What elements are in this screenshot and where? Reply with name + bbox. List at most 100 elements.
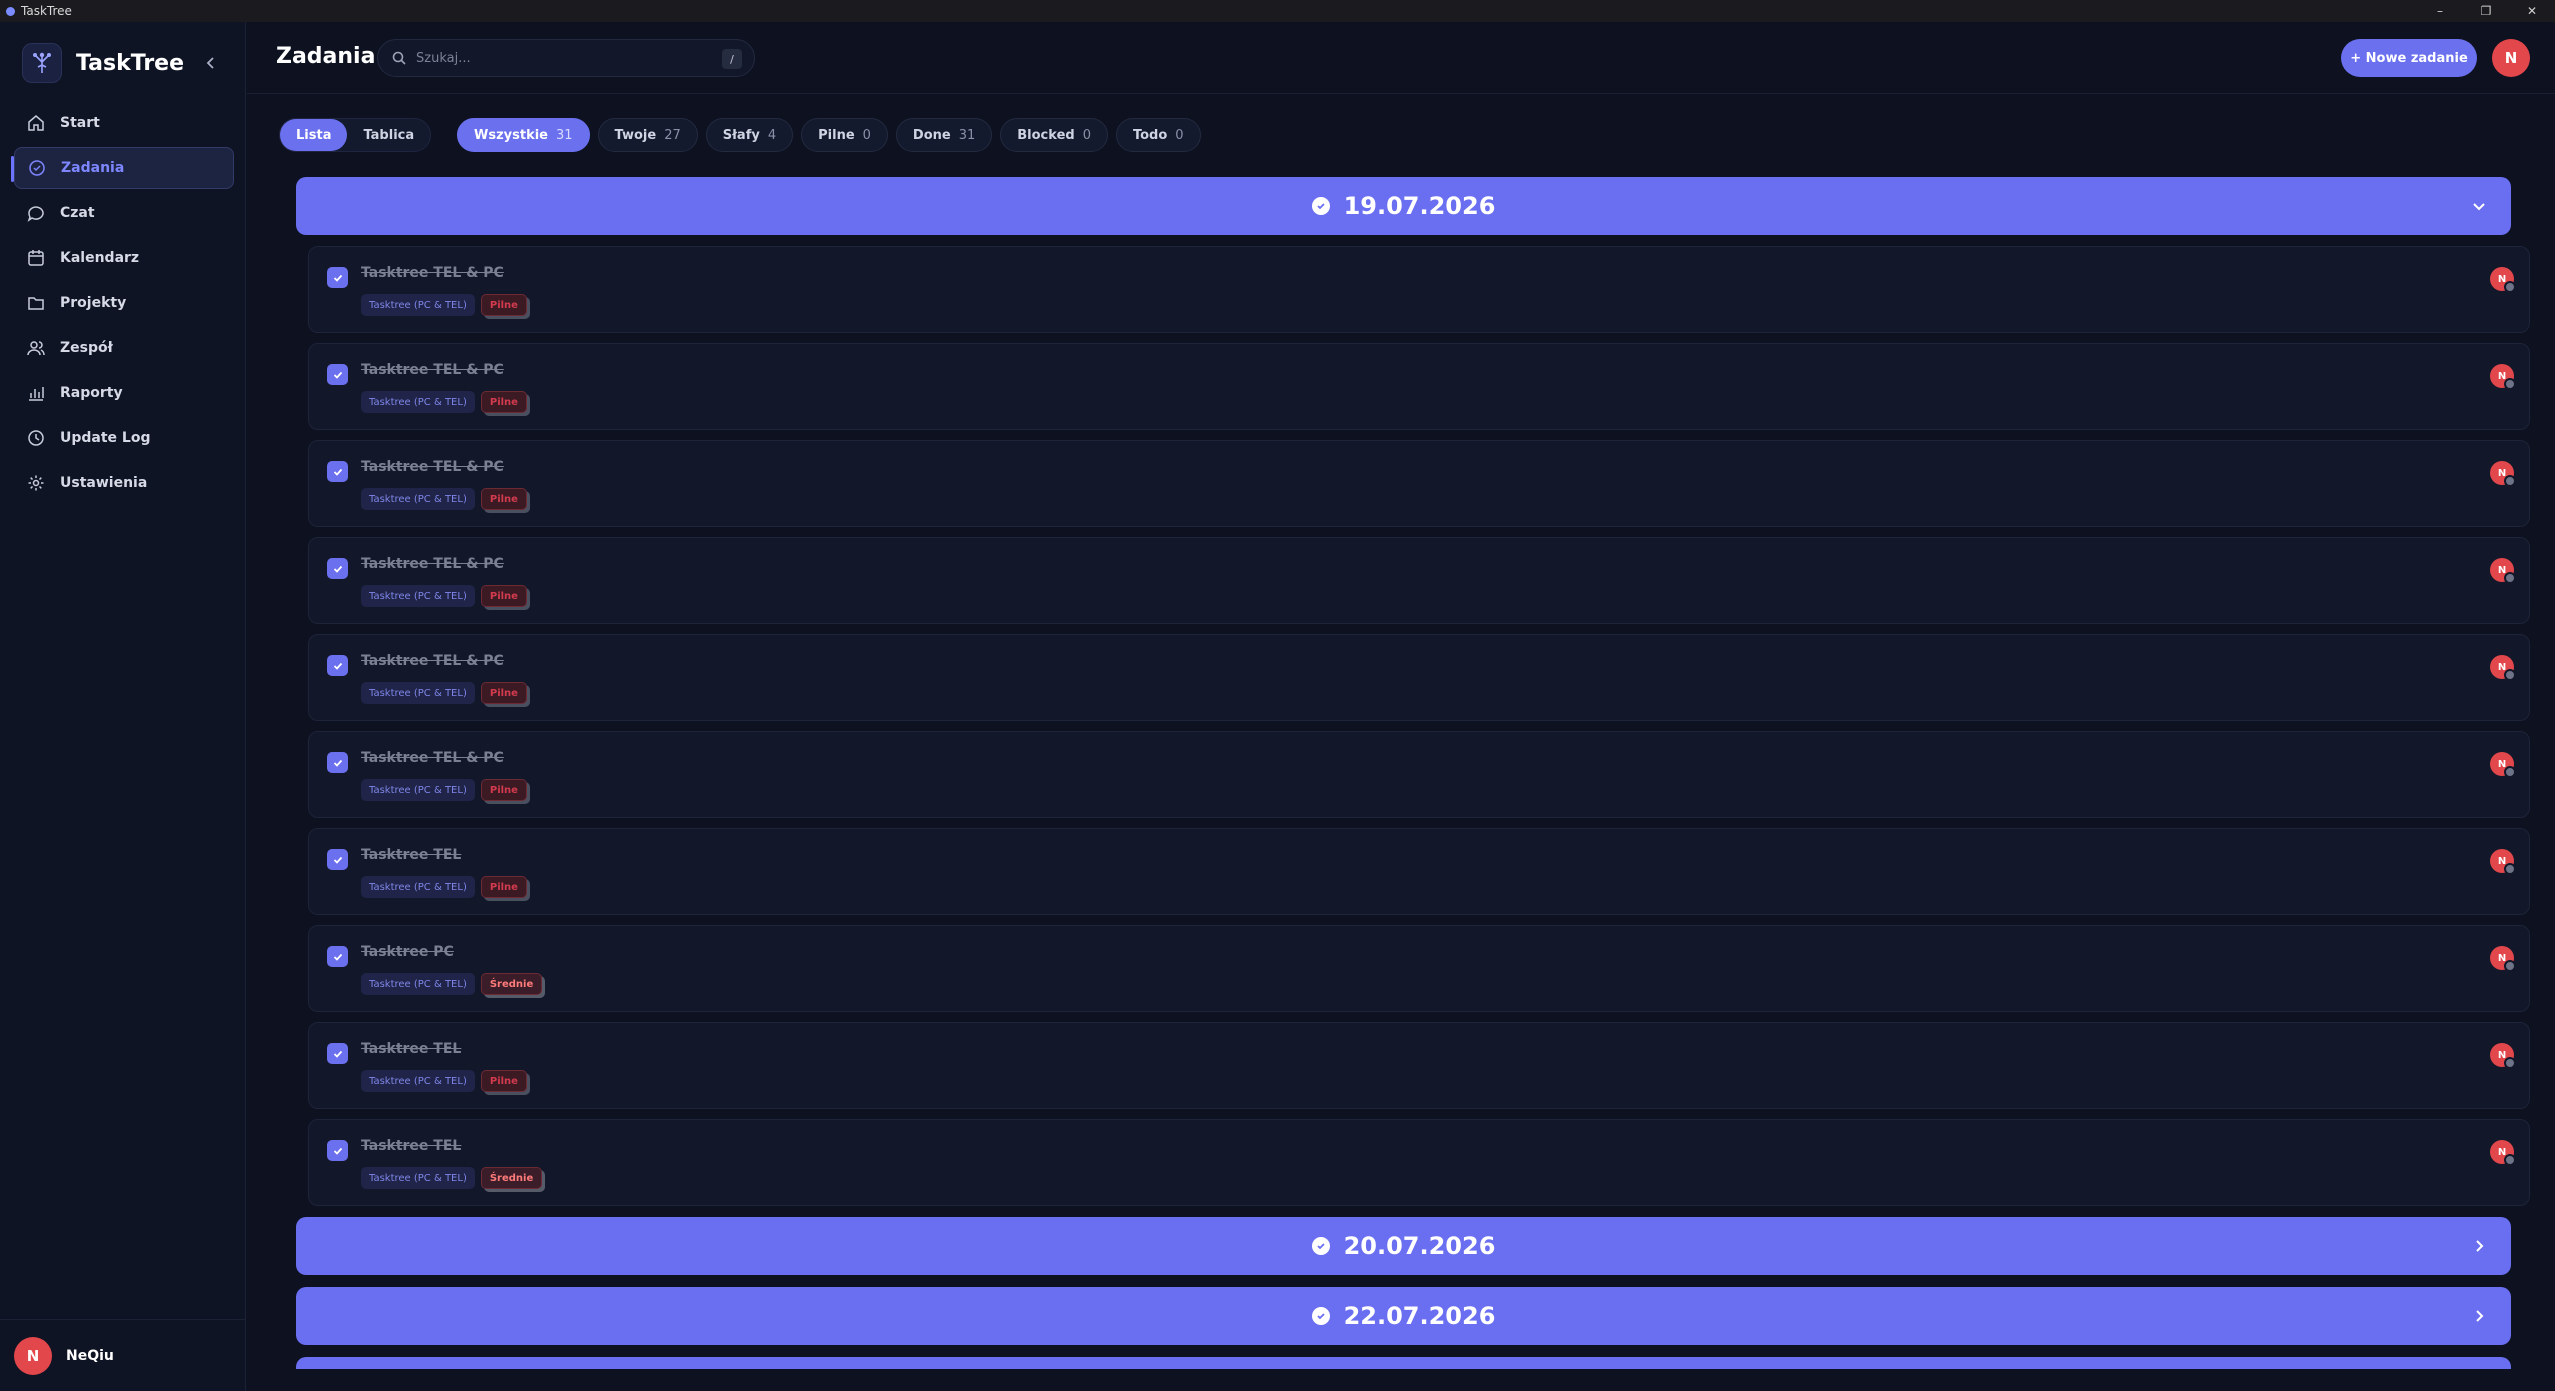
check-circle-icon [1311,1237,1330,1255]
task-checkbox[interactable] [327,1140,348,1161]
assignee-avatar[interactable]: N [2490,655,2516,681]
avatar[interactable]: N [2492,39,2530,77]
task-checkbox[interactable] [327,752,348,773]
filter-blocked[interactable]: Blocked 0 [1000,118,1108,152]
filter-label: Blocked [1017,127,1075,143]
project-tag[interactable]: Tasktree (PC & TEL) [361,294,475,316]
assignee-avatar[interactable]: N [2490,1140,2516,1166]
date-group-header[interactable]: 19.07.2026 [296,177,2511,235]
task-row[interactable]: Tasktree TEL Tasktree (PC & TEL) Pilne N [308,828,2530,915]
priority-badge: Pilne [480,391,527,413]
project-tag[interactable]: Tasktree (PC & TEL) [361,682,475,704]
app-icon [6,6,15,16]
filter-count: 31 [958,127,976,143]
task-checkbox[interactable] [327,364,348,385]
assignee-avatar[interactable]: N [2490,461,2516,487]
sidebar-item-kalendarz[interactable]: Kalendarz [14,237,234,279]
minimize-button[interactable]: – [2417,0,2463,22]
task-row[interactable]: Tasktree TEL & PC Tasktree (PC & TEL) Pi… [308,731,2530,818]
task-title: Tasktree TEL [361,1138,462,1154]
task-checkbox[interactable] [327,1043,348,1064]
filter-count: 0 [1082,127,1091,143]
check-icon [333,565,342,573]
sidebar-item-label: Czat [60,205,95,221]
sidebar-item-label: Zadania [61,160,125,176]
filter-urgent[interactable]: Pilne 0 [801,118,888,152]
task-checkbox[interactable] [327,849,348,870]
task-checkbox[interactable] [327,461,348,482]
search-icon [392,51,406,65]
collapse-sidebar-button[interactable] [198,50,224,76]
chevron-down-icon[interactable] [2467,194,2491,218]
task-row[interactable]: Tasktree TEL Tasktree (PC & TEL) Średnie… [308,1119,2530,1206]
search-bar[interactable]: / [377,39,755,77]
task-row[interactable]: Tasktree TEL & PC Tasktree (PC & TEL) Pi… [308,246,2530,333]
date-group-header[interactable]: 22.07.2026 [296,1287,2511,1345]
assignee-avatar[interactable]: N [2490,946,2516,972]
sidebar-item-label: Ustawienia [60,475,148,491]
sidebar-item-zespol[interactable]: Zespół [14,327,234,369]
sidebar-item-label: Projekty [60,295,127,311]
sidebar-item-update-log[interactable]: Update Log [14,417,234,459]
project-tag[interactable]: Tasktree (PC & TEL) [361,585,475,607]
project-tag[interactable]: Tasktree (PC & TEL) [361,1167,475,1189]
assignee-avatar[interactable]: N [2490,752,2516,778]
assignee-avatar[interactable]: N [2490,558,2516,584]
project-tag[interactable]: Tasktree (PC & TEL) [361,488,475,510]
sidebar-item-ustawienia[interactable]: Ustawienia [14,462,234,504]
filter-todo[interactable]: Todo 0 [1115,118,1201,152]
sidebar-item-raporty[interactable]: Raporty [14,372,234,414]
date-group-header[interactable]: 20.07.2026 [296,1217,2511,1275]
new-task-button[interactable]: + Nowe zadanie [2341,39,2477,77]
task-checkbox[interactable] [327,655,348,676]
project-tag[interactable]: Tasktree (PC & TEL) [361,779,475,801]
task-row[interactable]: Tasktree TEL Tasktree (PC & TEL) Pilne N [308,1022,2530,1109]
sidebar-item-start[interactable]: Start [14,102,234,144]
project-tag[interactable]: Tasktree (PC & TEL) [361,973,475,995]
sidebar-item-projekty[interactable]: Projekty [14,282,234,324]
filter-slafy[interactable]: Słafy 4 [705,118,794,152]
filter-done[interactable]: Done 31 [895,118,993,152]
project-tag[interactable]: Tasktree (PC & TEL) [361,1070,475,1092]
close-button[interactable]: ✕ [2509,0,2555,22]
assignee-avatar[interactable]: N [2490,849,2516,875]
check-circle-icon [1311,197,1330,215]
search-input[interactable] [416,50,696,66]
sidebar-item-zadania[interactable]: Zadania [11,147,234,189]
assignee-avatar[interactable]: N [2490,267,2516,293]
assignee-avatar[interactable]: N [2490,1043,2516,1069]
filter-label: Pilne [818,127,855,143]
task-row[interactable]: Tasktree TEL & PC Tasktree (PC & TEL) Pi… [308,440,2530,527]
filter-count: 0 [1175,127,1184,143]
group-date: 20.07.2026 [1343,1232,1496,1260]
chevron-right-icon[interactable] [2467,1304,2491,1328]
project-tag[interactable]: Tasktree (PC & TEL) [361,876,475,898]
priority-badge: Pilne [480,585,527,607]
task-title: Tasktree TEL & PC [361,556,504,572]
view-board-button[interactable]: Tablica [347,119,430,151]
task-title: Tasktree TEL & PC [361,362,504,378]
view-list-button[interactable]: Lista [280,119,348,151]
task-row[interactable]: Tasktree TEL & PC Tasktree (PC & TEL) Pi… [308,343,2530,430]
sidebar: TaskTree Start Zadania Czat Kalendarz Pr… [0,22,246,1391]
assignee-avatar[interactable]: N [2490,364,2516,390]
user-profile[interactable]: N NeQiu [0,1319,246,1391]
sidebar-item-czat[interactable]: Czat [14,192,234,234]
task-row[interactable]: Tasktree TEL & PC Tasktree (PC & TEL) Pi… [308,634,2530,721]
date-group-header-partial[interactable] [296,1357,2511,1369]
project-tag[interactable]: Tasktree (PC & TEL) [361,391,475,413]
filter-all[interactable]: Wszystkie 31 [457,118,590,152]
sidebar-item-label: Raporty [60,385,123,401]
brand[interactable]: TaskTree [22,42,184,84]
brand-name: TaskTree [76,50,185,76]
priority-badge: Pilne [480,488,527,510]
task-row[interactable]: Tasktree TEL & PC Tasktree (PC & TEL) Pi… [308,537,2530,624]
task-row[interactable]: Tasktree PC Tasktree (PC & TEL) Średnie … [308,925,2530,1012]
task-checkbox[interactable] [327,558,348,579]
filter-yours[interactable]: Twoje 27 [597,118,698,152]
maximize-button[interactable]: ❐ [2463,0,2509,22]
chevron-right-icon[interactable] [2467,1234,2491,1258]
task-checkbox[interactable] [327,267,348,288]
window-titlebar: TaskTree – ❐ ✕ [0,0,2555,22]
task-checkbox[interactable] [327,946,348,967]
